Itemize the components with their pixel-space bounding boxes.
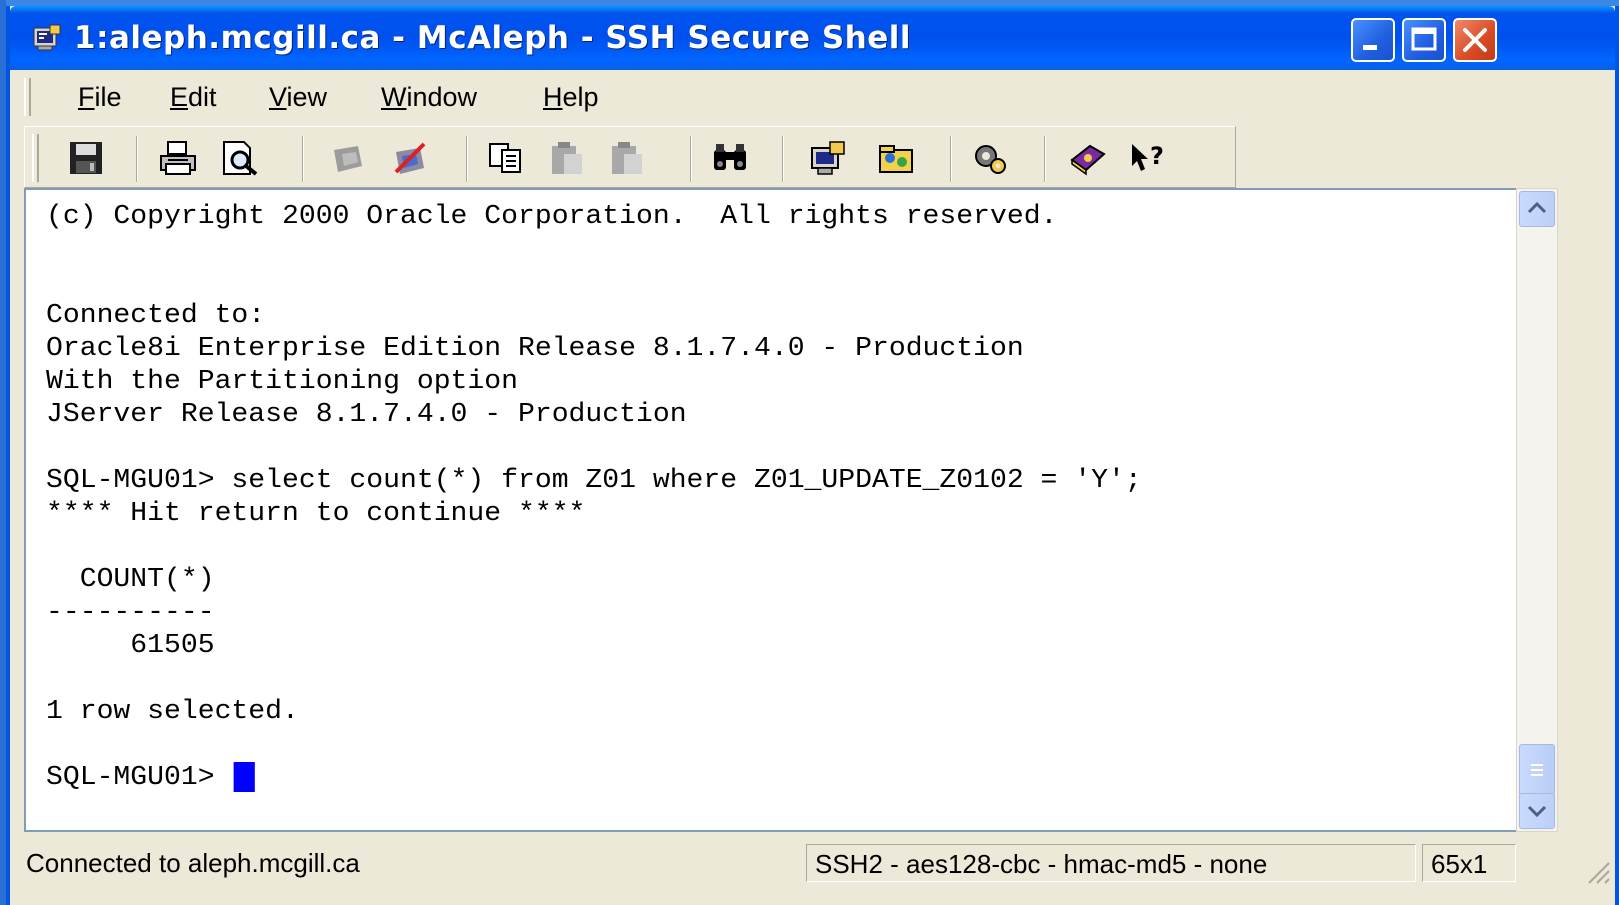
menubar-grip[interactable] <box>24 78 31 116</box>
terminal-line: (c) Copyright 2000 Oracle Corporation. A… <box>46 201 1058 231</box>
toolbar-separator <box>950 136 952 182</box>
close-icon <box>1463 28 1487 52</box>
terminal-line: COUNT(*) <box>46 564 215 594</box>
window-title: 1:aleph.mcgill.ca - McAleph - SSH Secure… <box>74 20 911 56</box>
maximize-icon <box>1411 27 1437 51</box>
help-book-icon[interactable] <box>1068 140 1108 176</box>
terminal-line: JServer Release 8.1.7.4.0 - Production <box>46 399 687 429</box>
close-button[interactable] <box>1453 18 1497 62</box>
terminal-size-status: 65x1 <box>1422 844 1516 882</box>
quick-connect-icon[interactable] <box>328 140 368 176</box>
toolbar-grip[interactable] <box>32 134 39 182</box>
menu-help[interactable]: Help <box>533 80 609 114</box>
terminal-line: SQL-MGU01> select count(*) from Z01 wher… <box>46 465 1142 495</box>
toolbar-separator <box>782 136 784 182</box>
ssh-window: 1:aleph.mcgill.ca - McAleph - SSH Secure… <box>6 6 1619 905</box>
maximize-button[interactable] <box>1402 18 1446 62</box>
toolbar-separator <box>690 136 692 182</box>
find-icon[interactable] <box>710 140 750 176</box>
minimize-button[interactable] <box>1351 18 1395 62</box>
menu-file[interactable]: File <box>68 80 132 114</box>
terminal-output[interactable]: (c) Copyright 2000 Oracle Corporation. A… <box>24 188 1516 832</box>
settings-icon[interactable] <box>970 140 1010 176</box>
svg-text:?: ? <box>1150 142 1164 170</box>
terminal-line: 1 row selected. <box>46 696 299 726</box>
terminal-prompt-line: SQL-MGU01> <box>46 761 255 794</box>
status-bar: Connected to aleph.mcgill.ca SSH2 - aes1… <box>10 838 1615 905</box>
terminal-line: 61505 <box>46 630 215 660</box>
terminal-line: **** Hit return to continue **** <box>46 498 586 528</box>
menu-bar: File Edit View Window Help <box>10 70 1615 125</box>
terminal-line: Connected to: <box>46 300 266 330</box>
sql-prompt: SQL-MGU01> <box>46 762 232 792</box>
connection-status: Connected to aleph.mcgill.ca <box>26 848 360 878</box>
terminal-line: Oracle8i Enterprise Edition Release 8.1.… <box>46 333 1024 363</box>
toolbar-separator <box>302 136 304 182</box>
ssh-terminal-app-icon[interactable] <box>32 24 62 52</box>
title-bar[interactable]: 1:aleph.mcgill.ca - McAleph - SSH Secure… <box>10 6 1615 70</box>
chevron-down-icon <box>1527 805 1547 818</box>
paste-disabled-icon[interactable] <box>608 140 648 176</box>
save-icon[interactable] <box>66 140 106 176</box>
paste-icon[interactable] <box>548 140 588 176</box>
terminal-line: ---------- <box>46 597 215 627</box>
new-file-transfer-icon[interactable] <box>876 140 916 176</box>
menu-view[interactable]: View <box>259 80 337 114</box>
resize-grip-icon[interactable] <box>1581 855 1611 885</box>
new-terminal-icon[interactable] <box>808 140 848 176</box>
scroll-up-button[interactable] <box>1519 191 1555 227</box>
menu-edit[interactable]: Edit <box>160 80 227 114</box>
text-cursor <box>233 762 255 792</box>
disconnect-icon[interactable] <box>390 140 430 176</box>
print-preview-icon[interactable] <box>220 140 260 176</box>
vertical-scrollbar[interactable] <box>1516 188 1558 832</box>
menu-window[interactable]: Window <box>371 80 487 114</box>
toolbar-separator <box>1044 136 1046 182</box>
cipher-status: SSH2 - aes128-cbc - hmac-md5 - none <box>806 844 1416 882</box>
whats-this-icon[interactable]: ? <box>1128 140 1168 176</box>
chevron-up-icon <box>1527 201 1547 214</box>
scroll-down-button[interactable] <box>1519 793 1555 829</box>
toolbar: ? <box>10 124 1615 190</box>
scroll-thumb[interactable] <box>1519 744 1555 796</box>
toolbar-separator <box>466 136 468 182</box>
terminal-line: With the Partitioning option <box>46 366 518 396</box>
toolbar-separator <box>136 136 138 182</box>
thumb-grip-icon <box>1531 764 1543 776</box>
minimize-icon <box>1363 45 1377 50</box>
print-icon[interactable] <box>158 140 198 176</box>
copy-icon[interactable] <box>486 140 526 176</box>
